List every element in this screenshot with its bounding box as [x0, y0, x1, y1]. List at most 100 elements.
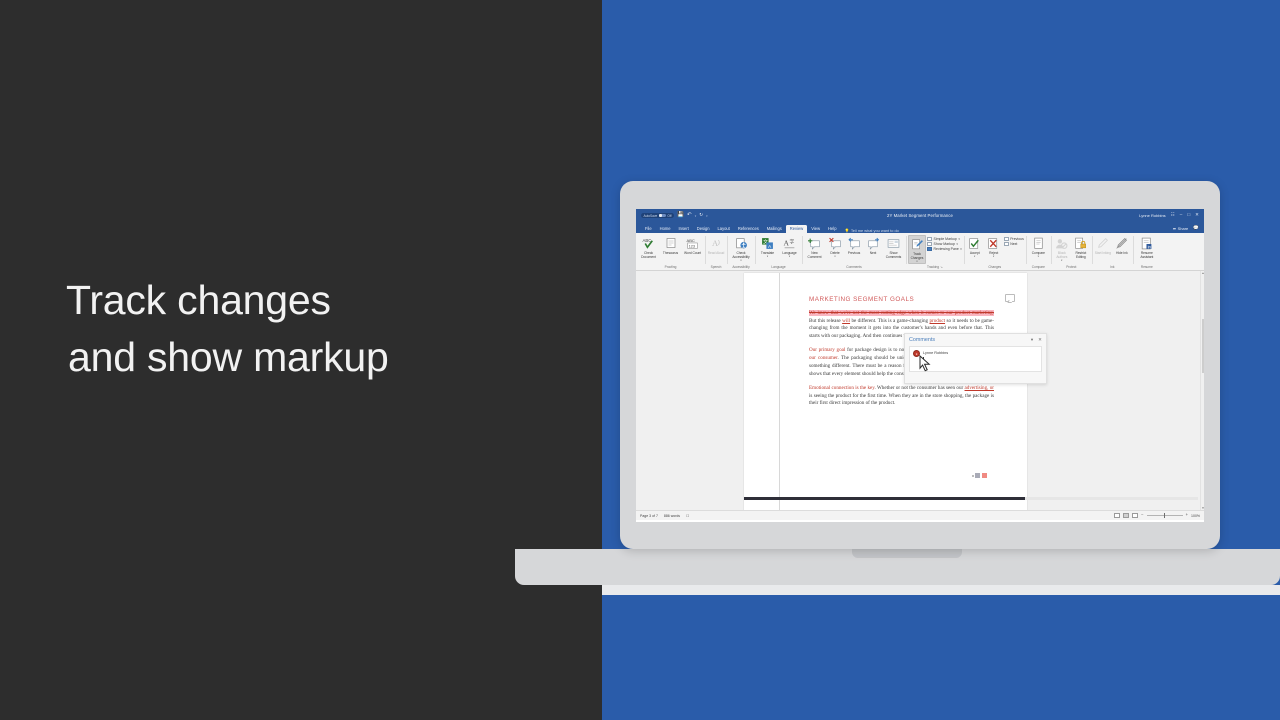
scroll-up-arrow-icon[interactable]: ▲: [1201, 271, 1205, 275]
undo-icon[interactable]: ↶: [687, 212, 692, 219]
accept-caret-icon[interactable]: ▾: [974, 255, 975, 258]
markup-mode-icon: [927, 236, 932, 241]
reject-caret-icon[interactable]: ▾: [993, 255, 994, 258]
comment-balloon-anchor[interactable]: [1005, 294, 1015, 302]
show-comments-button[interactable]: Show Comments: [883, 235, 904, 259]
scroll-down-arrow-icon[interactable]: ▼: [1201, 506, 1205, 510]
restrict-editing-button[interactable]: Restrict Editing: [1072, 235, 1090, 259]
minimize-pane-icon[interactable]: ▾: [1031, 337, 1033, 343]
tab-references[interactable]: References: [734, 225, 763, 234]
language-caret-icon[interactable]: ▾: [789, 255, 790, 258]
next-change-label: Next: [1010, 241, 1018, 246]
reviewing-pane-dropdown[interactable]: Reviewing Pane ▾: [927, 247, 962, 252]
reject-change-icon: [987, 236, 1000, 251]
next-comment-button[interactable]: Next: [864, 235, 882, 255]
delete-comment-button[interactable]: Delete ▾: [826, 235, 844, 258]
undo-caret-icon[interactable]: ▾: [695, 214, 697, 218]
vertical-scrollbar-thumb[interactable]: [1201, 319, 1204, 373]
zoom-level-value[interactable]: 100%: [1191, 514, 1200, 518]
laptop-notch: [852, 549, 962, 558]
close-pane-icon[interactable]: ✕: [1038, 337, 1042, 343]
svg-text:ABC: ABC: [687, 237, 695, 242]
user-account-name[interactable]: Lynne Robbins: [1139, 213, 1166, 218]
reviewing-pane-caret-icon[interactable]: ▾: [960, 247, 961, 251]
previous-change-button[interactable]: Previous: [1003, 236, 1024, 241]
share-button[interactable]: ➦ Share: [1173, 226, 1189, 231]
emphasis-run: Our primary goal: [809, 347, 846, 354]
svg-text:字: 字: [790, 238, 795, 245]
document-page[interactable]: MARKETING SEGMENT GOALS We know that we'…: [744, 273, 1027, 510]
tab-file[interactable]: File: [641, 225, 656, 234]
show-comments-icon: [887, 236, 900, 251]
group-label-comments: Comments: [846, 265, 862, 269]
show-markup-dropdown[interactable]: Show Markup ▾: [927, 241, 962, 247]
tab-mailings[interactable]: Mailings: [763, 225, 786, 234]
tab-insert[interactable]: Insert: [675, 225, 693, 234]
start-inking-label: Start Inking: [1094, 250, 1111, 255]
translate-caret-icon[interactable]: ▾: [767, 255, 768, 258]
resume-assistant-button[interactable]: in Resume Assistant: [1135, 235, 1159, 259]
print-layout-view-button[interactable]: [1123, 513, 1130, 518]
markup-mode-dropdown[interactable]: Simple Markup ▾: [927, 236, 962, 241]
save-icon[interactable]: 💾: [677, 212, 684, 219]
tab-view[interactable]: View: [807, 225, 824, 234]
page-indicator[interactable]: Page 3 of 7: [640, 514, 658, 518]
autosave-toggle[interactable]: AutoSave Off: [641, 213, 675, 218]
tracking-dialog-launcher-icon[interactable]: ↘: [940, 265, 943, 269]
compare-icon: [1032, 236, 1045, 251]
reviewing-pane-icon: [927, 247, 932, 252]
customize-quick-access-icon[interactable]: ▾: [706, 214, 708, 218]
check-document-label: Check Document: [641, 250, 656, 259]
word-count-button[interactable]: ABC 123 Word Count: [682, 235, 703, 255]
minimize-button[interactable]: –: [1180, 213, 1183, 218]
reject-change-button[interactable]: Reject ▾: [985, 235, 1003, 258]
ribbon-display-options-icon[interactable]: ☷: [1171, 213, 1175, 218]
compare-button[interactable]: Compare ▾: [1028, 235, 1049, 258]
tab-design[interactable]: Design: [693, 225, 714, 234]
vertical-scrollbar[interactable]: ▲ ▼: [1200, 271, 1204, 510]
zoom-out-button[interactable]: −: [1141, 513, 1143, 517]
hide-ink-button[interactable]: Hide Ink: [1113, 235, 1131, 255]
compare-caret-icon[interactable]: ▾: [1038, 255, 1039, 258]
tab-layout[interactable]: Layout: [714, 225, 734, 234]
hide-ink-icon: [1115, 236, 1128, 251]
zoom-in-button[interactable]: +: [1186, 513, 1188, 517]
proofing-status-icon[interactable]: ☐: [686, 514, 689, 518]
ribbon-group-speech: A Read Aloud Speech: [705, 233, 727, 270]
language-button[interactable]: A字 Language ▾: [779, 235, 800, 258]
check-document-button[interactable]: ABC Check Document: [638, 235, 659, 259]
show-markup-caret-icon[interactable]: ▾: [956, 242, 957, 246]
delete-comment-caret-icon[interactable]: ▾: [834, 255, 835, 258]
track-changes-button[interactable]: Track Changes ▾: [908, 234, 926, 264]
tab-home[interactable]: Home: [656, 225, 675, 234]
zoom-slider[interactable]: [1146, 513, 1183, 518]
thesaurus-button[interactable]: Thesaurus: [660, 235, 681, 255]
svg-text:A: A: [712, 238, 719, 248]
document-canvas[interactable]: MARKETING SEGMENT GOALS We know that we'…: [636, 271, 1204, 510]
read-mode-view-button[interactable]: [1114, 513, 1121, 518]
tab-help[interactable]: Help: [824, 225, 840, 234]
autosave-switch-icon[interactable]: [658, 213, 666, 218]
close-button[interactable]: ✕: [1195, 213, 1199, 218]
emphasis-run: Emotional connection is the key: [809, 384, 875, 391]
comments-icon[interactable]: 💬: [1193, 226, 1199, 231]
translate-button[interactable]: 文A Translate ▾: [757, 235, 778, 258]
web-layout-view-button[interactable]: [1132, 513, 1139, 518]
check-accessibility-button[interactable]: Check Accessibility ▾: [729, 235, 753, 262]
word-count-indicator[interactable]: 886 words: [664, 514, 680, 518]
laptop-screen: AutoSave Off 💾 ↶ ▾ ↻ ▾ 2Y Market Segment…: [636, 209, 1204, 522]
redo-icon[interactable]: ↻: [699, 213, 703, 218]
next-change-button[interactable]: Next: [1003, 241, 1024, 247]
accept-change-button[interactable]: Accept ▾: [966, 235, 984, 258]
horizontal-scrollbar[interactable]: [744, 497, 1198, 500]
next-comment-label: Next: [869, 250, 877, 255]
track-changes-caret-icon[interactable]: ▾: [916, 260, 917, 263]
previous-comment-button[interactable]: Previous: [845, 235, 863, 255]
horizontal-scrollbar-thumb[interactable]: [744, 497, 1026, 500]
maximize-button[interactable]: □: [1187, 213, 1190, 218]
tab-review[interactable]: Review: [785, 224, 808, 233]
check-accessibility-caret-icon[interactable]: ▾: [740, 259, 741, 262]
zoom-slider-knob[interactable]: [1163, 513, 1166, 518]
new-comment-button[interactable]: New Comment: [804, 235, 825, 259]
markup-mode-caret-icon[interactable]: ▾: [958, 237, 959, 241]
